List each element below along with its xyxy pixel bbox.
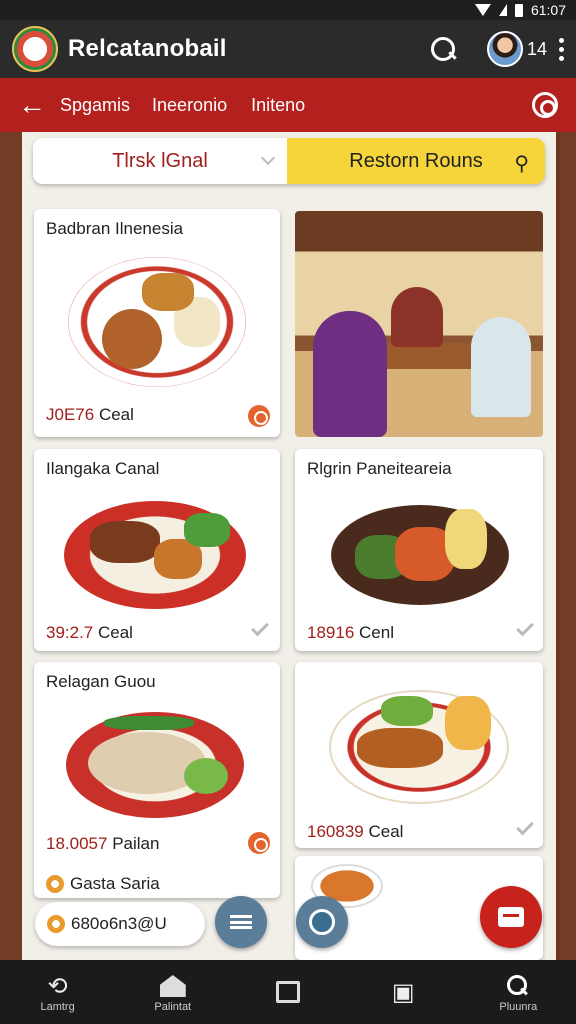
search-icon bbox=[507, 975, 529, 997]
list-icon bbox=[230, 915, 252, 929]
filter-dropdown[interactable]: Tlrsk lGnal bbox=[33, 138, 287, 184]
food-card-unit: Cenl bbox=[359, 623, 394, 642]
favorite-icon[interactable] bbox=[248, 832, 270, 854]
food-image-detail bbox=[357, 728, 443, 768]
points-pill[interactable]: 680o6n3@U bbox=[35, 902, 205, 946]
avatar[interactable] bbox=[486, 31, 523, 67]
tab-5[interactable]: Pluunra bbox=[468, 971, 568, 1013]
food-card-number: 18916 bbox=[307, 623, 355, 642]
food-image-detail bbox=[184, 513, 230, 547]
check-icon[interactable] bbox=[516, 618, 534, 637]
status-bar: 61:07 bbox=[0, 0, 576, 20]
food-card-number: 18.0057 bbox=[46, 834, 108, 853]
food-image-detail bbox=[104, 716, 194, 730]
food-card-title: Relagan Guou bbox=[46, 672, 156, 691]
food-card-number: J0E76 bbox=[46, 405, 95, 424]
tab-icon-holder bbox=[159, 971, 186, 1001]
food-image-detail bbox=[381, 696, 433, 726]
food-image-detail bbox=[102, 309, 162, 369]
undo-icon: ⟲ bbox=[47, 972, 68, 1000]
tab-label: Pluunra bbox=[499, 1001, 538, 1013]
back-arrow-icon[interactable]: ← bbox=[18, 91, 46, 119]
food-card-title: Ilangaka Canal bbox=[46, 459, 160, 478]
food-card[interactable]: Ilangaka Canal 39:2.7 Cеal bbox=[34, 449, 280, 651]
favorite-icon[interactable] bbox=[248, 405, 270, 427]
photo-person-left bbox=[313, 311, 387, 437]
home-icon bbox=[159, 975, 186, 997]
category-nav: ← Spgamis Ineeronio Initeno bbox=[0, 78, 576, 132]
extra-item[interactable]: Gasta Saria bbox=[46, 874, 160, 894]
tab-2[interactable]: Palintat bbox=[123, 971, 223, 1013]
battery-icon bbox=[514, 3, 523, 17]
square-icon bbox=[275, 981, 300, 1003]
food-card-unit: Cеal bbox=[98, 623, 133, 642]
signal-icon bbox=[498, 4, 507, 16]
food-image-detail bbox=[90, 521, 160, 563]
nav-item-2[interactable]: Ineeronio bbox=[152, 95, 227, 116]
points-pill-label: 680o6n3@U bbox=[71, 914, 167, 933]
food-card[interactable]: Badbran Ilnenesia J0E76 Cеal bbox=[34, 209, 280, 437]
list-view-button[interactable] bbox=[215, 896, 267, 948]
app-bar: Relcatanobail 14 bbox=[0, 20, 576, 78]
food-card[interactable]: Relagan Guou 18.0057 Pailan Gasta Saria bbox=[34, 662, 280, 898]
more-menu-icon[interactable] bbox=[559, 37, 564, 61]
food-card-meta: 39:2.7 Cеal bbox=[46, 623, 133, 643]
tab-4[interactable]: ▣ bbox=[353, 977, 453, 1007]
food-card[interactable]: Rlgrin Paneiteareia 18916 Cenl bbox=[295, 449, 543, 651]
food-card-unit: Pailan bbox=[112, 834, 160, 853]
restaurant-photo bbox=[295, 211, 543, 437]
map-view-button[interactable] bbox=[296, 896, 348, 948]
food-card-title: Rlgrin Paneiteareia bbox=[307, 459, 452, 478]
app-title: Relcatanobail bbox=[68, 35, 227, 62]
coin-icon bbox=[47, 915, 65, 933]
nav-item-3[interactable]: Initeno bbox=[251, 95, 305, 116]
nav-item-1[interactable]: Spgamis bbox=[60, 95, 130, 116]
status-time: 61:07 bbox=[530, 2, 566, 18]
chat-button[interactable] bbox=[480, 886, 542, 948]
food-card-meta: J0E76 Cеal bbox=[46, 405, 134, 425]
restaurant-filter-button[interactable]: Restorn Rouns ⚲ bbox=[287, 138, 545, 184]
photo-icon: ▣ bbox=[391, 978, 415, 1006]
tab-icon-holder bbox=[275, 977, 300, 1007]
filter-icon[interactable] bbox=[532, 92, 558, 118]
photo-person-right bbox=[471, 317, 531, 417]
food-image-detail bbox=[445, 696, 491, 750]
chat-icon bbox=[498, 907, 524, 927]
extra-item-label: Gasta Saria bbox=[70, 874, 160, 893]
food-image-detail bbox=[184, 758, 228, 794]
food-image-detail bbox=[445, 509, 487, 569]
check-icon[interactable] bbox=[251, 618, 269, 637]
app-logo bbox=[12, 26, 58, 72]
food-card-meta: 18916 Cenl bbox=[307, 623, 394, 643]
tab-label: Lamtrg bbox=[40, 1001, 75, 1013]
restaurant-filter-label: Restorn Rouns bbox=[349, 149, 483, 172]
food-card-unit: Cеal bbox=[98, 405, 134, 424]
tab-1[interactable]: ⟲ Lamtrg bbox=[8, 971, 108, 1014]
tab-icon-holder bbox=[507, 971, 529, 1001]
tab-label: Palintat bbox=[154, 1001, 192, 1013]
food-card-unit: Cеal bbox=[368, 822, 404, 841]
food-card[interactable]: 160839 Cеal bbox=[295, 662, 543, 848]
wifi-icon bbox=[474, 4, 491, 16]
check-icon[interactable] bbox=[516, 817, 534, 836]
food-card-number: 160839 bbox=[307, 822, 364, 841]
photo-person-center bbox=[391, 287, 443, 347]
coin-icon bbox=[46, 875, 64, 893]
food-card-meta: 160839 Cеal bbox=[307, 822, 403, 842]
notification-count: 14 bbox=[526, 38, 547, 59]
tab-3[interactable] bbox=[238, 977, 338, 1007]
food-image-detail bbox=[142, 273, 194, 311]
globe-icon bbox=[309, 909, 335, 935]
filter-bar: Tlrsk lGnal Restorn Rouns ⚲ bbox=[33, 138, 545, 184]
food-card-title: Badbran Ilnenesia bbox=[46, 219, 184, 238]
bottom-tab-bar: ⟲ Lamtrg Palintat ▣ Pluunra bbox=[0, 960, 576, 1024]
chevron-down-icon bbox=[260, 150, 276, 166]
food-card-meta: 18.0057 Pailan bbox=[46, 834, 159, 854]
filter-dropdown-label: Tlrsk lGnal bbox=[112, 149, 208, 172]
location-pin-icon: ⚲ bbox=[514, 153, 529, 175]
search-icon[interactable] bbox=[429, 35, 457, 63]
food-card-number: 39:2.7 bbox=[46, 623, 94, 642]
